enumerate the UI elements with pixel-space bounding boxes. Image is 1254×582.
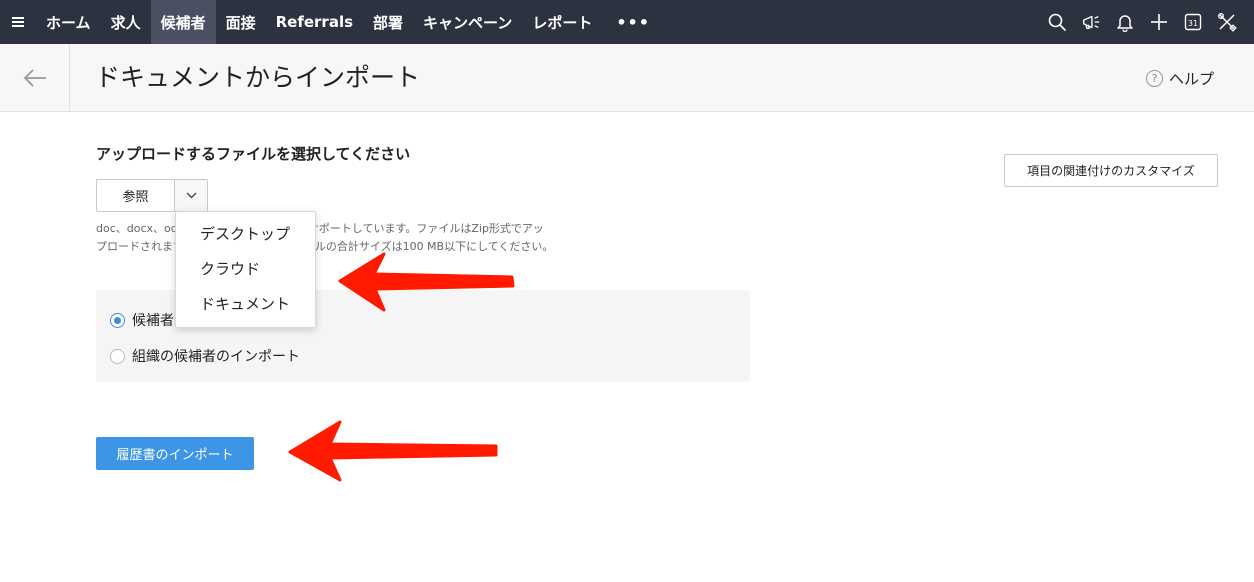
browse-dropdown: 参照 — [96, 179, 208, 212]
plus-icon[interactable] — [1142, 0, 1176, 44]
more-menu-icon[interactable]: ••• — [602, 0, 664, 44]
nav-item-reports[interactable]: レポート — [522, 0, 602, 44]
radio-option-org-candidates[interactable]: 組織の候補者のインポート — [110, 346, 300, 366]
annotation-arrow-icon — [288, 420, 498, 482]
menu-item-desktop[interactable]: デスクトップ — [176, 216, 315, 251]
import-resume-button[interactable]: 履歴書のインポート — [96, 437, 254, 470]
browse-caret-button[interactable] — [175, 180, 207, 211]
nav-item-referrals[interactable]: Referrals — [266, 0, 363, 44]
arrow-left-icon — [23, 68, 46, 87]
customize-mapping-button[interactable]: 項目の関連付けのカスタマイズ — [1004, 154, 1218, 187]
calendar-icon[interactable]: 31 — [1176, 0, 1210, 44]
upload-section-title: アップロードするファイルを選択してください — [96, 145, 411, 163]
supported-formats-line-1: doc、docx、odt、rtf、txt、html、pdfをサポートしています。… — [96, 222, 544, 235]
nav-item-jobs[interactable]: 求人 — [101, 0, 151, 44]
browse-button[interactable]: 参照 — [97, 180, 175, 211]
radio-button-unchecked[interactable] — [110, 348, 125, 364]
help-icon: ? — [1146, 70, 1163, 87]
nav-actions: 31 — [1040, 0, 1244, 44]
radio-label-org-candidates: 組織の候補者のインポート — [132, 349, 300, 365]
help-link[interactable]: ? ヘルプ — [1146, 68, 1214, 89]
menu-item-cloud[interactable]: クラウド — [176, 251, 315, 286]
nav-item-campaigns[interactable]: キャンペーン — [413, 0, 522, 44]
radio-button-checked[interactable] — [110, 312, 125, 328]
help-label: ヘルプ — [1169, 70, 1215, 88]
nav-item-departments[interactable]: 部署 — [363, 0, 413, 44]
top-nav-bar: ホーム 求人 候補者 面接 Referrals 部署 キャンペーン レポート •… — [0, 0, 1254, 44]
annotation-arrow-icon — [338, 252, 515, 312]
nav-item-home[interactable]: ホーム — [36, 0, 101, 44]
nav-item-interviews[interactable]: 面接 — [216, 0, 266, 44]
bell-icon[interactable] — [1108, 0, 1142, 44]
page-title: ドキュメントからインポート — [95, 63, 421, 92]
menu-item-documents[interactable]: ドキュメント — [176, 286, 315, 321]
tools-icon[interactable] — [1210, 0, 1244, 44]
browse-source-menu: デスクトップ クラウド ドキュメント — [175, 211, 316, 328]
search-icon[interactable] — [1040, 0, 1074, 44]
calendar-day-text: 31 — [1188, 19, 1198, 28]
megaphone-icon[interactable] — [1074, 0, 1108, 44]
page-header: ドキュメントからインポート ? ヘルプ — [0, 44, 1254, 112]
chevron-down-icon — [186, 192, 196, 199]
menu-icon[interactable] — [0, 0, 36, 44]
back-button[interactable] — [0, 44, 70, 111]
nav-item-candidates[interactable]: 候補者 — [150, 0, 216, 44]
